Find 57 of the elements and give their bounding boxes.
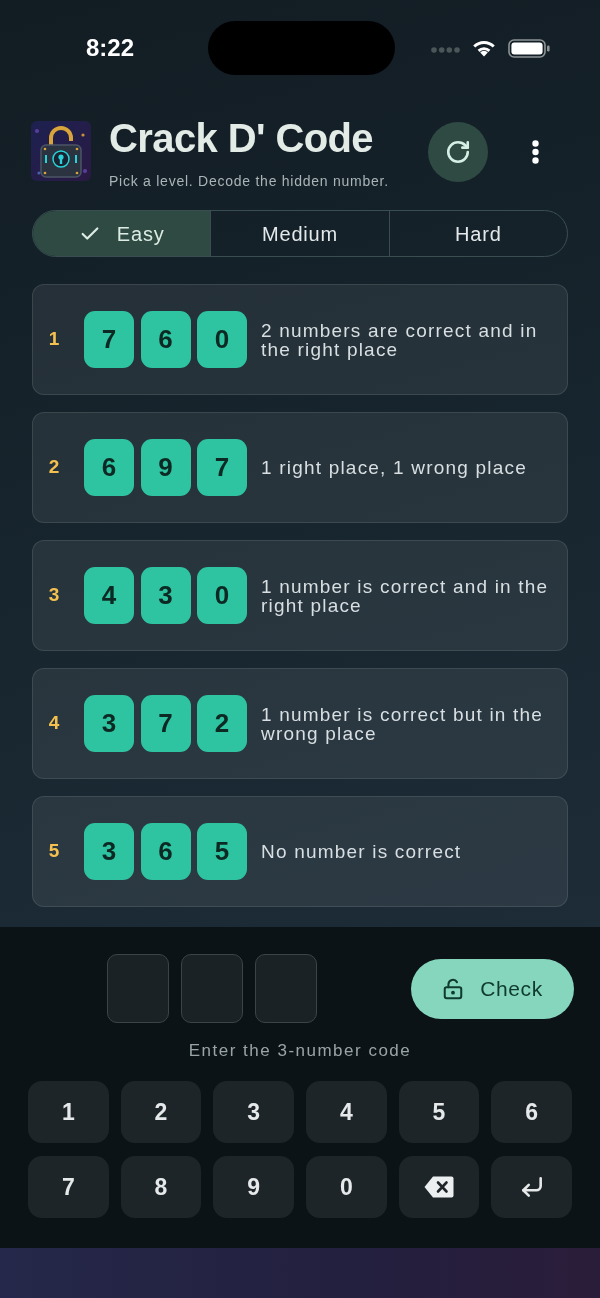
digit-tile: 6 — [140, 823, 191, 880]
digit-tile: 6 — [140, 311, 191, 368]
digit-tile: 5 — [197, 823, 247, 880]
digit-tile: 3 — [84, 823, 134, 880]
code-hint: Enter the 3-number code — [187, 1041, 413, 1061]
app-title: Crack D' Code — [109, 115, 375, 161]
clue-hint: 1 number is correct but in the wrong place — [261, 704, 545, 743]
app-subtitle: Pick a level. Decode the hidden number. — [109, 172, 389, 190]
digit-tile: 2 — [197, 695, 247, 752]
clue-number: 5 — [47, 839, 61, 864]
more-menu-icon — [531, 140, 539, 164]
keypad-key[interactable]: 5 — [398, 1081, 480, 1143]
clue-hint: 2 numbers are correct and in the right place — [261, 320, 539, 359]
padlock-app-icon — [31, 121, 91, 181]
digit-tile: 0 — [197, 567, 247, 624]
enter-key[interactable] — [491, 1156, 572, 1218]
padlock-icon — [442, 977, 465, 1000]
digit-tile: 3 — [84, 695, 134, 752]
digit-tile: 7 — [197, 439, 247, 496]
level-tab[interactable]: Medium — [210, 211, 389, 256]
digit-tile: 7 — [84, 311, 134, 368]
wifi-icon — [472, 39, 496, 57]
refresh-button[interactable] — [428, 122, 488, 182]
digit-tile: 3 — [140, 567, 191, 624]
keypad-key[interactable]: 4 — [306, 1081, 387, 1143]
digit-tile: 0 — [197, 311, 247, 368]
backspace-key[interactable] — [398, 1156, 480, 1218]
digit-tile: 9 — [140, 439, 191, 496]
keypad-key[interactable]: 9 — [213, 1156, 294, 1218]
clue-hint: No number is correct — [261, 842, 463, 861]
refresh-icon — [445, 139, 471, 165]
keypad-key[interactable]: 8 — [120, 1156, 202, 1218]
clue-hint: 1 number is correct and in the right place — [261, 576, 550, 615]
keypad-key[interactable]: 0 — [306, 1156, 387, 1218]
keypad-key[interactable]: 2 — [120, 1081, 202, 1143]
level-tab[interactable]: Hard — [388, 211, 567, 256]
clue-number: 4 — [47, 711, 61, 736]
keypad-key[interactable]: 7 — [28, 1156, 109, 1218]
check-button[interactable]: Check — [411, 958, 574, 1019]
keypad-key[interactable]: 3 — [213, 1081, 294, 1143]
status-time: 8:22 — [86, 36, 135, 60]
signal-icon — [431, 47, 460, 53]
digit-tile: 6 — [84, 439, 134, 496]
clue-number: 2 — [47, 455, 61, 480]
keypad-key[interactable]: 6 — [491, 1081, 572, 1143]
backspace-icon — [424, 1176, 454, 1198]
clue-number: 1 — [47, 327, 61, 352]
level-tab[interactable]: Easy — [33, 211, 211, 256]
code-digit-field[interactable] — [107, 954, 169, 1023]
battery-icon — [508, 38, 550, 58]
clue-number: 3 — [47, 583, 61, 608]
clue-hint: 1 right place, 1 wrong place — [261, 458, 528, 477]
digit-tile: 4 — [84, 567, 134, 624]
digit-tile: 7 — [140, 695, 191, 752]
code-digit-field[interactable] — [181, 954, 243, 1023]
code-digit-field[interactable] — [255, 954, 317, 1023]
keypad-key[interactable]: 1 — [28, 1081, 109, 1143]
